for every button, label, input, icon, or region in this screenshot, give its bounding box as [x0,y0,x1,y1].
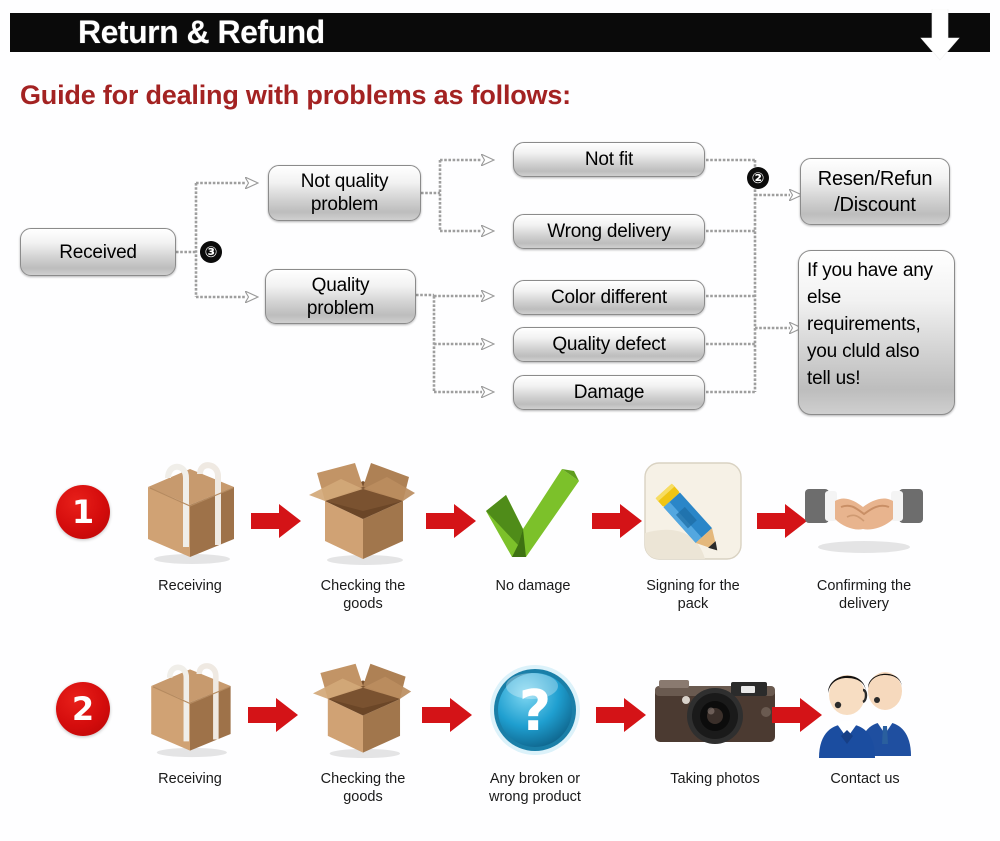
support-agents-icon [805,648,925,760]
flow-node-resolution[interactable]: Resen/Refun /Discount [800,158,950,225]
svg-text:?: ? [519,679,551,744]
arrow-right-icon [248,698,298,732]
arrow-right-icon [422,698,472,732]
process-row-1: 1 Receiving Checking the goods No damage… [0,455,1000,640]
badge-branch: ③ [200,241,222,263]
flow-node-not-fit-label: Not fit [584,149,634,170]
process-step-no-damage-caption: No damage [495,578,571,594]
process-row-2: 2 Receiving Checking the goods ? Any bro… [0,640,1000,830]
flow-node-received[interactable]: Received [20,228,176,276]
flow-node-extra-requirements[interactable]: If you have any else requirements, you c… [798,250,955,415]
flow-node-wrong-delivery[interactable]: Wrong delivery [513,214,705,249]
process-row-1-number: 1 [56,485,110,539]
process-step-no-damage[interactable]: No damage [473,455,593,595]
flow-node-resolution-label: Resen/Refun /Discount [817,167,933,216]
process-step-confirming[interactable]: Confirming the delivery [800,455,928,613]
question-mark-icon: ? [473,648,597,760]
return-refund-page: Return & Refund Guide for dealing with p… [0,0,1000,841]
process-step-signing[interactable]: Signing for the pack [633,455,753,613]
flow-node-damage-label: Damage [573,382,645,403]
process-step-signing-caption: Signing for the pack [646,578,740,612]
sealed-box-icon [130,455,250,567]
process-step-any-broken-caption: Any broken or wrong product [489,771,581,805]
camera-icon [645,648,785,760]
process-step-checking-2[interactable]: Checking the goods [303,648,423,806]
flow-node-not-quality-problem-label: Not quality problem [300,171,389,215]
flow-node-quality-defect[interactable]: Quality defect [513,327,705,362]
flow-node-quality-defect-label: Quality defect [552,334,666,355]
flow-node-wrong-delivery-label: Wrong delivery [547,221,671,242]
process-step-contact-us-caption: Contact us [830,771,900,787]
process-row-2-number: 2 [56,682,110,736]
handshake-icon [800,455,928,567]
process-step-receiving-2-caption: Receiving [158,771,222,787]
badge-resolution: ② [747,167,769,189]
flow-node-received-label: Received [59,241,137,263]
open-box-icon [303,648,423,760]
flow-node-color-different-label: Color different [551,287,667,308]
process-step-taking-photos-caption: Taking photos [670,771,760,787]
arrow-right-icon [251,504,301,538]
problem-flowchart: Received ③ Not quality problem Quality p… [0,0,1000,440]
flow-node-damage[interactable]: Damage [513,375,705,410]
flow-node-not-fit[interactable]: Not fit [513,142,705,177]
flow-node-color-different[interactable]: Color different [513,280,705,315]
process-step-taking-photos[interactable]: Taking photos [645,648,785,788]
flow-node-not-quality-problem[interactable]: Not quality problem [268,165,421,221]
process-step-checking-caption: Checking the goods [320,578,406,612]
process-step-checking[interactable]: Checking the goods [303,455,423,613]
process-step-any-broken[interactable]: ? Any broken or wrong product [473,648,597,806]
open-box-icon [303,455,423,567]
process-step-receiving[interactable]: Receiving [130,455,250,595]
arrow-right-icon [596,698,646,732]
flow-node-quality-problem-label: Quality problem [306,274,375,319]
process-step-receiving-caption: Receiving [158,578,222,594]
green-check-icon [473,455,593,567]
sealed-box-icon [130,648,250,760]
process-step-contact-us[interactable]: Contact us [805,648,925,788]
process-step-confirming-caption: Confirming the delivery [816,578,912,612]
process-step-checking-2-caption: Checking the goods [320,771,406,805]
flow-node-extra-requirements-label: If you have any else requirements, you c… [807,260,933,389]
pencil-signing-icon [633,455,753,567]
process-step-receiving-2[interactable]: Receiving [130,648,250,788]
flow-node-quality-problem[interactable]: Quality problem [265,269,416,324]
